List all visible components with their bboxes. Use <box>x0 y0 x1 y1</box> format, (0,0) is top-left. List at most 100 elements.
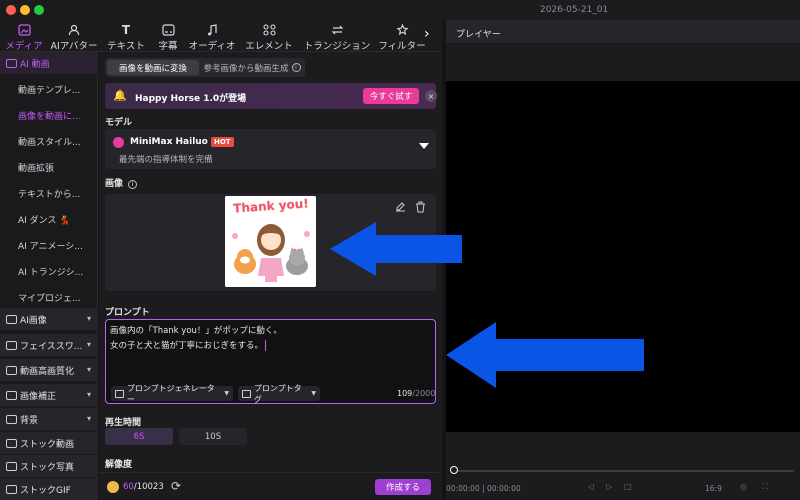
sidebar-item-ai-transition[interactable]: AI トランジシ... <box>18 265 83 278</box>
promo-banner: 🔔 Happy Horse 1.0が登場 今すぐ試す × <box>105 83 437 109</box>
window-title: 2026-05-21_01 <box>540 5 609 15</box>
subtitle-icon <box>160 23 176 37</box>
scrub-handle[interactable] <box>450 466 458 474</box>
tab-transition[interactable]: トランジション <box>302 22 372 52</box>
duration-6s-button[interactable]: 6S <box>105 428 173 445</box>
model-selector[interactable]: MiniMax Hailuo 02 HOT 最先端の指導体制を完備 <box>105 129 436 169</box>
sidebar-category-label: ストックGIF <box>20 485 71 496</box>
duration-label: 再生時間 <box>105 418 142 428</box>
character-count: 109 <box>397 389 413 398</box>
tab-subtitle[interactable]: 字幕 <box>152 22 184 52</box>
tab-label: 参考画像から動画生成 <box>203 63 289 74</box>
sidebar-item-my-project[interactable]: マイプロジェ... <box>18 291 81 304</box>
tab-transition-label: トランジション <box>303 40 371 52</box>
trash-icon[interactable] <box>415 201 427 213</box>
background-icon <box>6 414 17 424</box>
prompt-text-value: 画像内の「Thank you！」がポップに動く。 女の子と犬と猫が丁寧におじぎを… <box>110 326 282 351</box>
maximize-window-button[interactable] <box>34 5 44 15</box>
create-button[interactable]: 作成する <box>375 479 431 495</box>
play-icon[interactable]: ▷ <box>606 482 612 491</box>
image-to-video-panel: 画像を動画に変換 参考画像から動画生成 i 🔔 Happy Horse 1.0が登… <box>99 52 442 500</box>
sidebar-category-background[interactable]: 背景 ▾ <box>0 408 98 430</box>
close-icon[interactable]: × <box>425 90 437 102</box>
sidebar-category-stock-video[interactable]: ストック動画 <box>0 432 98 454</box>
tab-media-label: メディア <box>5 40 43 52</box>
filter-icon <box>394 23 410 37</box>
info-icon[interactable]: i <box>128 180 138 189</box>
tab-text-label: テキスト <box>107 40 145 52</box>
sidebar-category-stock-photo[interactable]: ストック写真 <box>0 455 98 477</box>
resolution-label: 解像度 <box>105 460 133 470</box>
edit-icon[interactable] <box>395 201 407 213</box>
tab-text[interactable]: T テキスト <box>104 22 148 52</box>
sidebar-item-ai-dance[interactable]: AI ダンス 💃 <box>18 213 71 226</box>
left-sidebar: AI 動画 動画テンプレ... 画像を動画に... 動画スタイル... 動画拡張… <box>0 52 98 500</box>
sidebar-item-video-extend[interactable]: 動画拡張 <box>18 161 54 174</box>
chevron-right-icon[interactable]: › <box>424 26 430 42</box>
refresh-icon[interactable]: ⟳ <box>171 479 181 493</box>
sidebar-item-ai-animation[interactable]: AI アニメーシ... <box>18 239 83 252</box>
prompt-generator-button[interactable]: プロンプトジェネレーター ▼ <box>111 384 233 404</box>
upscale-icon <box>6 365 17 375</box>
transition-icon <box>329 23 345 37</box>
stop-icon[interactable]: □ <box>624 482 632 491</box>
player-top-strip <box>446 43 800 81</box>
tag-icon <box>242 389 251 398</box>
sidebar-item-image-to-video[interactable]: 画像を動画に... <box>18 109 81 122</box>
sidebar-item-video-style[interactable]: 動画スタイル... <box>18 135 81 148</box>
model-logo-icon <box>113 137 124 148</box>
ai-avatar-icon <box>66 23 82 37</box>
stock-video-icon <box>6 438 17 448</box>
player-title: プレイヤー <box>456 30 501 40</box>
sidebar-category-face-swap[interactable]: フェイススワ... ▾ <box>0 334 98 356</box>
model-description: 最先端の指導体制を完備 <box>119 155 213 165</box>
sidebar-category-label: AI 動画 <box>20 59 50 70</box>
player-header: プレイヤー <box>446 20 800 43</box>
camera-icon[interactable]: ◎ <box>740 482 747 491</box>
prev-frame-icon[interactable]: ◁ <box>588 482 594 491</box>
prompt-tag-button[interactable]: プロンプトタグ ▼ <box>238 384 320 404</box>
uploaded-image-thumbnail[interactable]: Thank you! <box>225 196 316 287</box>
tab-media[interactable]: メディア <box>4 22 44 52</box>
try-now-button[interactable]: 今すぐ試す <box>363 88 419 104</box>
info-icon[interactable]: i <box>291 63 301 72</box>
face-swap-icon <box>6 340 17 350</box>
credit-coin-icon <box>107 481 119 493</box>
bell-icon: 🔔 <box>113 89 127 102</box>
fullscreen-icon[interactable]: ⛶ <box>762 482 768 492</box>
tab-image-to-video[interactable]: 画像を動画に変換 <box>107 60 199 75</box>
sidebar-category-video-upscale[interactable]: 動画高画質化 ▾ <box>0 359 98 381</box>
sidebar-category-image-enhance[interactable]: 画像補正 ▾ <box>0 384 98 406</box>
title-bar: 2026-05-21_01 <box>0 0 800 20</box>
tab-element[interactable]: エレメント <box>244 22 294 52</box>
sidebar-category-ai-image[interactable]: AI画像 ▾ <box>0 308 98 330</box>
sidebar-category-label: 画像補正 <box>20 391 57 402</box>
sidebar-item-text-to-video[interactable]: テキストから... <box>18 187 80 200</box>
tab-label: 画像を動画に変換 <box>118 63 187 74</box>
panel-footer: 60/10023 ⟳ 作成する <box>99 472 442 500</box>
banner-text: Happy Horse 1.0が登場 <box>135 94 247 104</box>
scrub-bar[interactable] <box>454 470 794 472</box>
tab-element-label: エレメント <box>245 40 293 52</box>
stock-photo-icon <box>6 461 17 471</box>
annotation-arrow-image <box>330 222 462 276</box>
sidebar-category-label: 動画高画質化 <box>20 366 75 377</box>
tab-filter[interactable]: フィルター <box>378 22 426 52</box>
chevron-down-icon: ▾ <box>86 390 91 399</box>
prompt-text[interactable]: 画像内の「Thank you！」がポップに動く。 女の子と犬と猫が丁寧におじぎを… <box>110 324 430 354</box>
prompt-textarea[interactable]: 画像内の「Thank you！」がポップに動く。 女の子と犬と猫が丁寧におじぎを… <box>105 319 436 404</box>
prompt-tag-label: プロンプトタグ <box>253 383 302 404</box>
close-window-button[interactable] <box>6 5 16 15</box>
sidebar-category-ai-video[interactable]: AI 動画 <box>0 52 98 74</box>
sidebar-category-stock-gif[interactable]: ストックGIF <box>0 478 98 500</box>
tab-reference-image-video[interactable]: 参考画像から動画生成 i <box>201 60 303 75</box>
duration-10s-button[interactable]: 10S <box>179 428 247 445</box>
minimize-window-button[interactable] <box>20 5 30 15</box>
mode-tabs: 画像を動画に変換 参考画像から動画生成 i <box>105 58 305 77</box>
tab-ai-avatar[interactable]: AIアバター <box>50 22 98 52</box>
image-icon <box>6 314 17 324</box>
aspect-ratio[interactable]: 16:9 <box>705 484 722 493</box>
tab-audio[interactable]: オーディオ <box>188 22 236 52</box>
sidebar-item-video-template[interactable]: 動画テンプレ... <box>18 83 80 96</box>
tab-ai-avatar-label: AIアバター <box>50 40 98 52</box>
